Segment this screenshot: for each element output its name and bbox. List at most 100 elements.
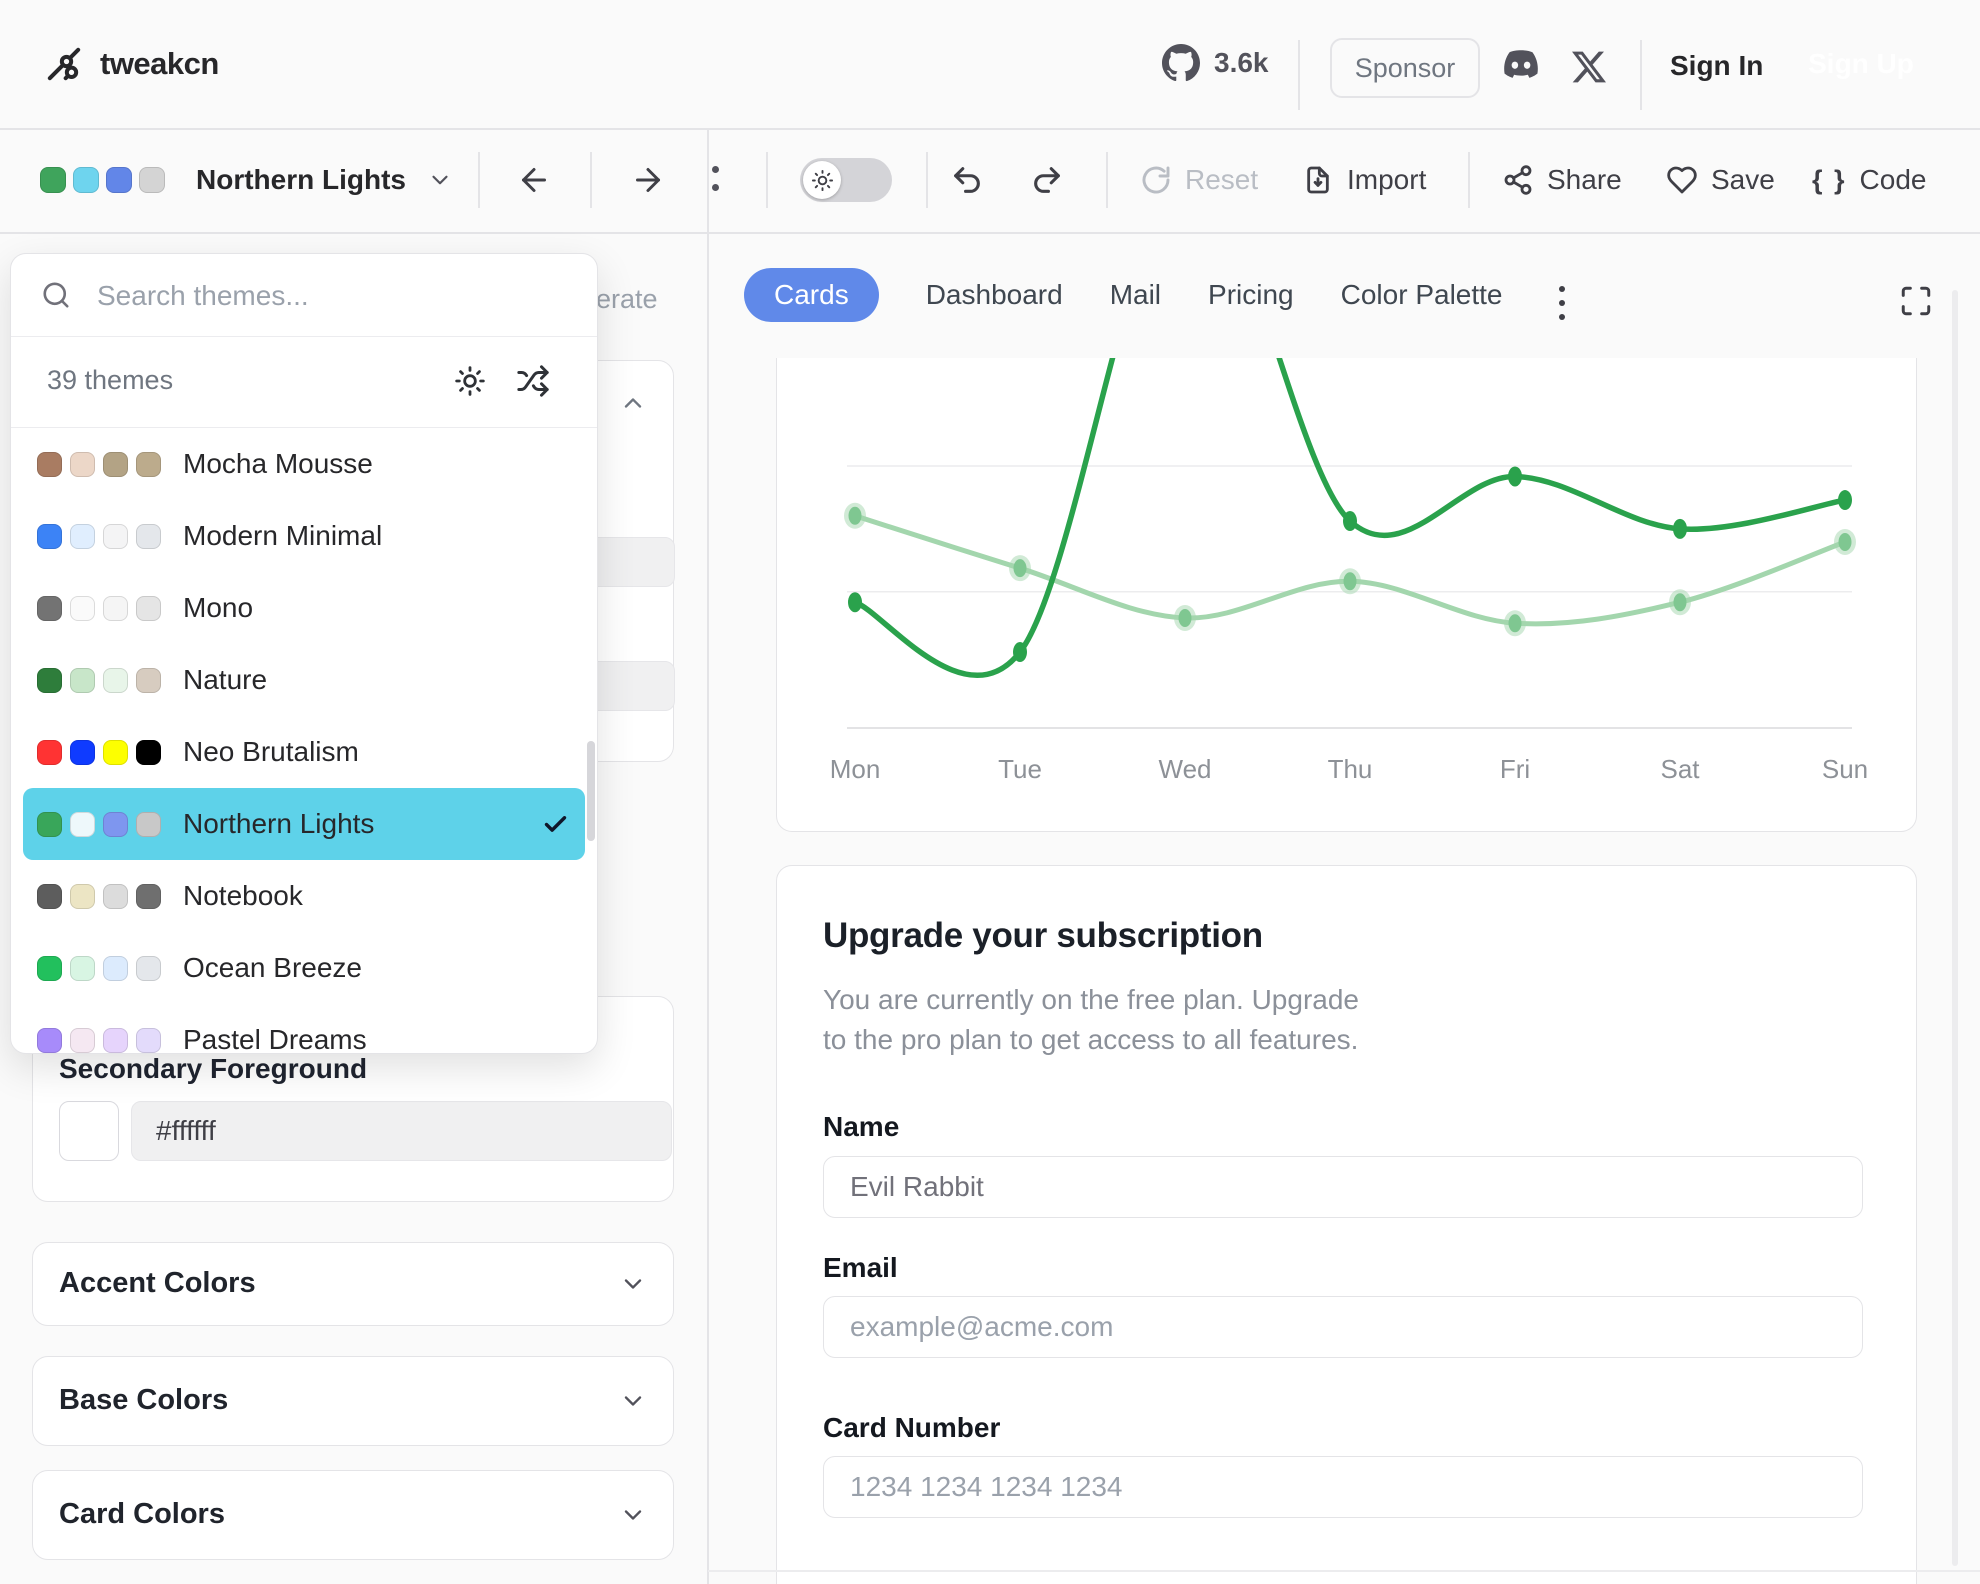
base-colors-label: Base Colors	[59, 1384, 228, 1417]
redo-button[interactable]	[1030, 128, 1064, 232]
theme-swatch	[136, 668, 161, 693]
theme-swatch	[103, 884, 128, 909]
theme-swatches	[37, 812, 161, 837]
toolbar-divider-4	[926, 152, 928, 208]
theme-swatch	[139, 167, 165, 193]
base-colors-section[interactable]: Base Colors	[32, 1356, 674, 1446]
app: tweakcn 3.6k Sponsor Sign In Sign Up Nor	[0, 0, 1980, 1584]
theme-selector[interactable]: Northern Lights	[40, 128, 453, 232]
reset-button[interactable]: Reset	[1140, 128, 1258, 232]
preview-bottom-border	[708, 1570, 1980, 1572]
card-colors-label: Card Colors	[59, 1498, 225, 1531]
weekly-line-chart: MonTueWedThuFriSatSun	[777, 358, 1916, 831]
tab-dashboard[interactable]: Dashboard	[926, 279, 1063, 311]
theme-swatch	[37, 596, 62, 621]
ellipsis-icon-dot	[1559, 300, 1565, 306]
tab-mail[interactable]: Mail	[1110, 279, 1161, 311]
preview-scrollbar[interactable]	[1952, 290, 1958, 1566]
secondary-foreground-swatch[interactable]	[59, 1101, 119, 1161]
name-field[interactable]	[823, 1156, 1863, 1218]
secondary-foreground-input[interactable]: #ffffff	[131, 1101, 672, 1161]
x-axis-label: Wed	[1159, 754, 1212, 784]
github-link[interactable]: 3.6k	[1162, 44, 1269, 82]
x-twitter-icon[interactable]	[1572, 50, 1606, 84]
upgrade-description-line2: to the pro plan to get access to all fea…	[823, 1024, 1358, 1056]
theme-swatch	[136, 452, 161, 477]
secondary-foreground-value: #ffffff	[156, 1115, 216, 1147]
theme-swatch	[136, 740, 161, 765]
theme-list-item[interactable]: Modern Minimal	[23, 500, 585, 572]
x-axis-label: Sun	[1822, 754, 1868, 784]
search-themes-input[interactable]	[95, 266, 559, 326]
grip-handle-dot	[712, 184, 719, 191]
toolbar-divider-1	[478, 152, 480, 208]
theme-swatch	[37, 452, 62, 477]
arrow-right-icon	[630, 162, 666, 198]
preview-tabs: Cards Dashboard Mail Pricing Color Palette	[744, 232, 1503, 358]
code-button[interactable]: { } Code	[1812, 128, 1926, 232]
sign-in-button[interactable]: Sign In	[1670, 50, 1763, 82]
theme-popover: 39 themes Mocha MousseModern MinimalMono…	[10, 253, 598, 1054]
toggle-knob	[803, 161, 841, 199]
card-number-field[interactable]	[823, 1456, 1863, 1518]
card-colors-section[interactable]: Card Colors	[32, 1470, 674, 1560]
theme-forward-button[interactable]	[630, 128, 666, 232]
x-axis-label: Thu	[1328, 754, 1373, 784]
theme-list-item[interactable]: Northern Lights	[23, 788, 585, 860]
discord-icon[interactable]	[1500, 48, 1542, 84]
theme-swatch	[136, 524, 161, 549]
x-axis-label: Fri	[1500, 754, 1530, 784]
tab-cards[interactable]: Cards	[744, 268, 879, 322]
chevron-up-icon[interactable]	[619, 389, 647, 417]
theme-name: Northern Lights	[183, 808, 374, 840]
undo-button[interactable]	[950, 128, 984, 232]
theme-swatches	[37, 668, 161, 693]
check-icon	[542, 811, 569, 838]
theme-list-scrollbar[interactable]	[587, 741, 595, 841]
theme-swatch	[37, 884, 62, 909]
heart-icon	[1666, 164, 1698, 196]
accent-colors-section[interactable]: Accent Colors	[32, 1242, 674, 1326]
tabs-more-menu[interactable]	[1552, 282, 1572, 342]
theme-name: Modern Minimal	[183, 520, 382, 552]
sign-up-button[interactable]: Sign Up	[1780, 33, 1942, 95]
theme-name: Notebook	[183, 880, 303, 912]
save-button[interactable]: Save	[1666, 128, 1775, 232]
reset-icon	[1140, 164, 1172, 196]
import-label: Import	[1347, 164, 1426, 196]
theme-list-item[interactable]: Notebook	[23, 860, 585, 932]
toolbar-divider-2	[590, 152, 592, 208]
x-axis-label: Tue	[998, 754, 1042, 784]
arrow-left-icon	[516, 162, 552, 198]
import-button[interactable]: Import	[1302, 128, 1426, 232]
upgrade-description-line1: You are currently on the free plan. Upgr…	[823, 984, 1359, 1016]
theme-list-item[interactable]: Ocean Breeze	[23, 932, 585, 1004]
theme-back-button[interactable]	[516, 128, 552, 232]
email-field[interactable]	[823, 1296, 1863, 1358]
grip-handle[interactable]	[712, 166, 719, 173]
header-divider-2	[1640, 40, 1642, 110]
shuffle-icon[interactable]	[516, 364, 550, 398]
toolbar-divider-5	[1106, 152, 1108, 208]
theme-list-item[interactable]: Neo Brutalism	[23, 716, 585, 788]
light-mode-icon[interactable]	[454, 365, 486, 397]
undo-icon	[950, 163, 984, 197]
theme-list-item[interactable]: Mocha Mousse	[23, 428, 585, 500]
theme-list-item[interactable]: Pastel Dreams	[23, 1004, 585, 1053]
theme-swatch	[103, 596, 128, 621]
theme-swatch	[70, 884, 95, 909]
theme-list-item[interactable]: Mono	[23, 572, 585, 644]
sponsor-button[interactable]: Sponsor	[1330, 38, 1480, 98]
main-divider	[707, 128, 709, 1584]
theme-list-item[interactable]: Nature	[23, 644, 585, 716]
theme-swatch	[103, 668, 128, 693]
tab-color-palette[interactable]: Color Palette	[1341, 279, 1503, 311]
light-dark-toggle[interactable]	[800, 158, 892, 202]
toolbar-divider-3	[766, 152, 768, 208]
sign-up-label: Sign Up	[1808, 48, 1914, 80]
brand[interactable]: tweakcn	[44, 44, 219, 84]
fullscreen-icon[interactable]	[1899, 284, 1933, 318]
tab-pricing[interactable]: Pricing	[1208, 279, 1294, 311]
share-button[interactable]: Share	[1502, 128, 1622, 232]
theme-name: Ocean Breeze	[183, 952, 362, 984]
